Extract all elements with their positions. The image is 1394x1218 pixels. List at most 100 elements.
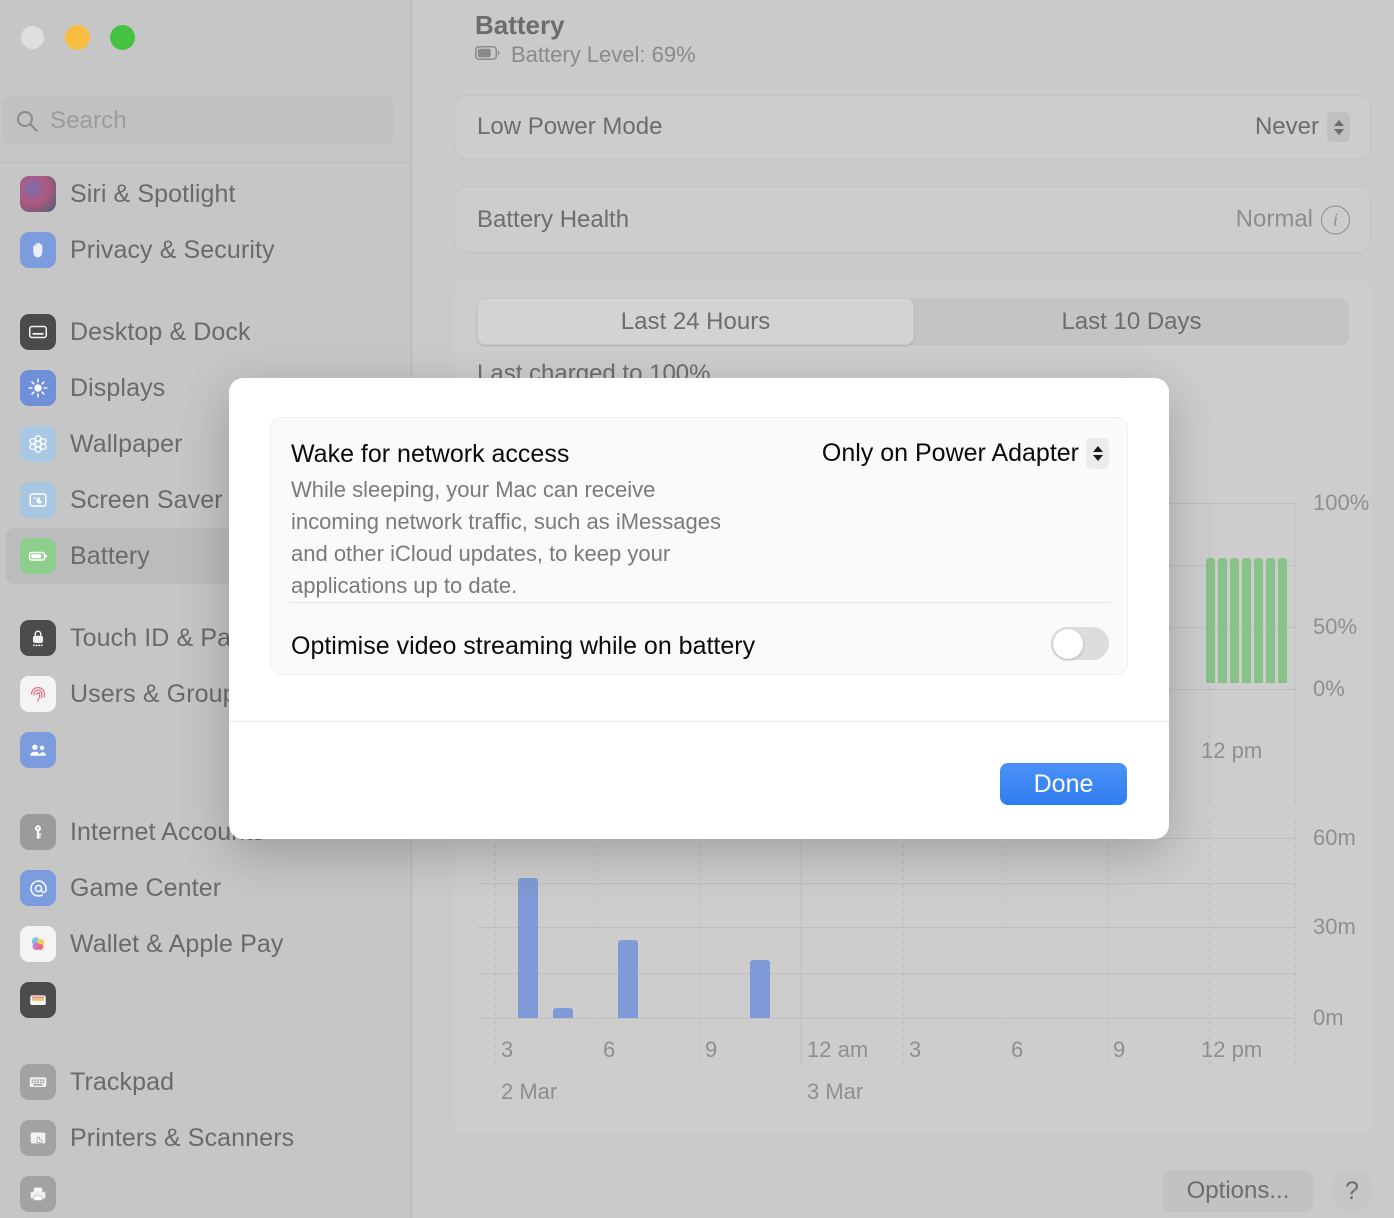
battery-options-sheet: Wake for network access While sleeping, … (229, 378, 1169, 839)
gridline-45m (477, 883, 1297, 884)
sidebar-item-label: Displays (70, 373, 166, 402)
sidebar-item-label: Battery (70, 541, 150, 570)
users-groups-icon (20, 732, 56, 768)
screen-usage-chart: 60m 30m 0m 3 6 9 12 am 3 6 9 12 pm 2 Mar… (477, 820, 1356, 1120)
sidebar-item-label: Wallpaper (70, 429, 183, 458)
up-down-chevron-icon[interactable] (1086, 438, 1109, 469)
vgrid (1295, 503, 1296, 803)
usage-bar (618, 940, 638, 1018)
ytick-label: 100% (1313, 490, 1370, 515)
desktop-dock-icon (20, 314, 56, 350)
battery-bar (1206, 558, 1215, 683)
xtick-label: 12 pm (1201, 1037, 1263, 1062)
zoom-window-button[interactable] (110, 25, 135, 50)
printer-icon (20, 1176, 56, 1212)
privacy-hand-icon (20, 232, 56, 268)
sidebar-item-printers-scanners[interactable] (6, 1166, 406, 1218)
battery-bar (1266, 558, 1275, 683)
up-down-chevron-icon[interactable] (1327, 112, 1350, 142)
sidebar-item-label: Wallet & Apple Pay (70, 929, 284, 958)
usage-bar (553, 1008, 573, 1018)
toggle-knob (1052, 628, 1083, 659)
window-traffic-lights (20, 25, 135, 50)
xtick-label: 6 (1011, 1037, 1024, 1062)
battery-bar (1218, 558, 1227, 683)
vgrid (597, 820, 598, 1065)
sidebar-item-label: Desktop & Dock (70, 317, 251, 346)
tab-last-24-hours[interactable]: Last 24 Hours (477, 298, 914, 345)
ytick-label: 60m (1313, 825, 1356, 850)
gridline-15m (477, 973, 1297, 974)
search-input[interactable]: Search (2, 96, 394, 145)
sidebar-item-label: Game Center (70, 873, 222, 902)
displays-sun-icon (20, 370, 56, 406)
page-title: Battery (475, 10, 565, 40)
sidebar-item-desktop-dock[interactable]: Desktop & Dock (6, 304, 406, 360)
options-button[interactable]: Options... (1163, 1170, 1313, 1212)
ytick-label: 0m (1313, 1005, 1344, 1030)
close-window-button[interactable] (20, 25, 45, 50)
battery-health-value-group: Normal i (1236, 205, 1350, 234)
tab-last-10-days[interactable]: Last 10 Days (914, 298, 1349, 345)
wallet-icon (20, 982, 56, 1018)
battery-level-icon (475, 45, 501, 65)
sidebar-item-internet-accounts[interactable]: Game Center (6, 860, 406, 916)
battery-bar (1278, 558, 1287, 683)
trackpad-icon (20, 1120, 56, 1156)
usage-range-tabs: Last 24 Hours Last 10 Days (477, 298, 1349, 345)
vgrid (1295, 820, 1296, 1065)
usage-bar (750, 960, 770, 1018)
sheet-footer-divider (229, 721, 1169, 722)
siri-icon (20, 176, 56, 212)
sidebar-item-siri-spotlight[interactable]: Siri & Spotlight (6, 166, 406, 222)
low-power-mode-value: Never (1254, 113, 1319, 140)
search-icon (16, 110, 38, 132)
xtick-label: 9 (705, 1037, 718, 1062)
passwords-key-icon (20, 814, 56, 850)
sidebar-item-label: Screen Saver (70, 485, 223, 514)
vgrid (903, 820, 904, 1065)
sidebar-item-label: Privacy & Security (70, 235, 275, 264)
sidebar-item-keyboard[interactable]: Trackpad (6, 1054, 406, 1110)
wake-for-network-access-popup[interactable]: Only on Power Adapter (822, 438, 1109, 469)
sidebar-item-trackpad[interactable]: Printers & Scanners (6, 1110, 406, 1166)
vgrid (495, 820, 496, 1065)
sidebar-item-privacy-security[interactable]: Privacy & Security (6, 222, 406, 278)
gridline-30m (477, 927, 1297, 928)
low-power-mode-label: Low Power Mode (477, 113, 663, 140)
usage-bar (518, 878, 538, 1018)
battery-health-card: Battery Health Normal i (454, 186, 1371, 253)
ytick-label: 0% (1313, 676, 1345, 701)
gridline-0m (477, 1018, 1297, 1019)
system-settings-window: Search Siri & Spotlight Privacy & Securi… (0, 0, 1394, 1218)
optimise-video-streaming-label: Optimise video streaming while on batter… (291, 632, 756, 660)
xtick-label: 9 (1113, 1037, 1126, 1062)
sidebar-item-label: Siri & Spotlight (70, 179, 236, 208)
optimise-video-streaming-toggle[interactable] (1051, 627, 1109, 660)
xgroup-label: 2 Mar (501, 1079, 558, 1104)
wake-for-network-access-label: Wake for network access (291, 440, 570, 468)
battery-bar (1242, 558, 1251, 683)
sidebar-item-label: Printers & Scanners (70, 1123, 295, 1152)
battery-level-status: Battery Level: 69% (475, 42, 696, 68)
vgrid (1209, 820, 1210, 1065)
info-icon[interactable]: i (1321, 205, 1350, 234)
internet-accounts-at-icon (20, 870, 56, 906)
search-placeholder: Search (50, 106, 127, 134)
low-power-mode-popup[interactable]: Never (1255, 112, 1350, 142)
keyboard-icon (20, 1064, 56, 1100)
battery-level-text: Battery Level: 69% (511, 42, 696, 67)
minimise-window-button[interactable] (65, 25, 90, 50)
done-button[interactable]: Done (1000, 763, 1127, 805)
sidebar-item-wallet-apple-pay[interactable] (6, 972, 406, 1028)
xtick-label: 3 (909, 1037, 922, 1062)
vgrid (699, 820, 700, 1065)
xtick-label: 6 (603, 1037, 616, 1062)
xtick-label: 12 am (807, 1037, 869, 1062)
vgrid (1107, 820, 1108, 1065)
vgrid (1005, 820, 1006, 1065)
battery-health-label: Battery Health (477, 205, 630, 233)
sidebar-item-game-center[interactable]: Wallet & Apple Pay (6, 916, 406, 972)
help-button[interactable]: ? (1331, 1170, 1373, 1212)
sidebar-group-separator (0, 1028, 412, 1054)
